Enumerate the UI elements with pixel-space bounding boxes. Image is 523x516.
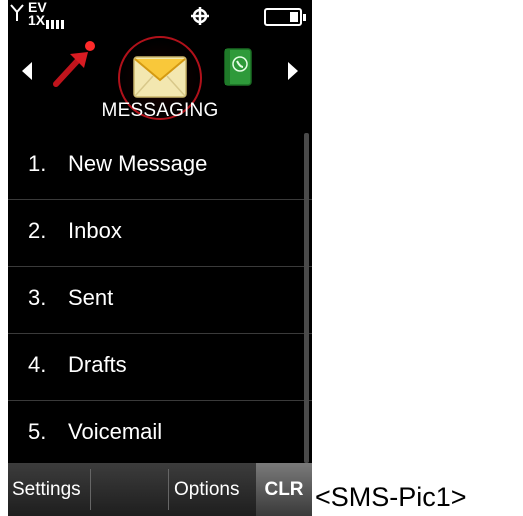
item-label: Inbox [68, 218, 122, 243]
phone-screen: EV 1X MESSAGING 1. New Message 2. Inbox … [8, 0, 312, 516]
list-item-voicemail[interactable]: 5. Voicemail [8, 401, 312, 467]
item-label: Voicemail [68, 419, 163, 444]
item-label: Sent [68, 285, 114, 310]
item-number: 2. [28, 218, 47, 243]
signal-bars-icon [46, 16, 66, 34]
softkey-divider [168, 469, 169, 510]
softkey-bar: Settings Options CLR [8, 463, 312, 516]
phonebook-icon[interactable] [223, 48, 253, 86]
item-number: 3. [28, 285, 47, 310]
list-item-inbox[interactable]: 2. Inbox [8, 200, 312, 267]
softkey-divider [90, 469, 91, 510]
item-label: New Message [68, 151, 208, 176]
item-label: Drafts [68, 352, 127, 377]
list-item-sent[interactable]: 3. Sent [8, 267, 312, 334]
network-label: EV 1X [28, 0, 47, 28]
settings-softkey[interactable]: Settings [12, 463, 81, 516]
menu-carousel: MESSAGING [8, 34, 312, 130]
item-number: 1. [28, 151, 47, 176]
carousel-label: MESSAGING [101, 100, 219, 121]
arrow-right-icon[interactable] [288, 62, 298, 80]
gps-icon [190, 6, 210, 31]
scrollbar[interactable] [304, 133, 309, 463]
image-caption: <SMS-Pic1> [315, 482, 467, 512]
item-number: 5. [28, 419, 47, 444]
list-item-new-message[interactable]: 1. New Message [8, 133, 312, 200]
signal-antenna-icon [10, 4, 24, 27]
arrow-left-icon[interactable] [22, 62, 32, 80]
battery-icon [264, 8, 306, 26]
ev-1x-icon: EV 1X [28, 0, 68, 34]
status-bar: EV 1X [8, 0, 312, 34]
item-number: 4. [28, 352, 47, 377]
clr-softkey[interactable]: CLR [256, 463, 312, 516]
menu-list: 1. New Message 2. Inbox 3. Sent 4. Draft… [8, 133, 312, 467]
pushpin-icon[interactable] [50, 38, 100, 93]
list-item-drafts[interactable]: 4. Drafts [8, 334, 312, 401]
options-softkey[interactable]: Options [174, 463, 239, 516]
